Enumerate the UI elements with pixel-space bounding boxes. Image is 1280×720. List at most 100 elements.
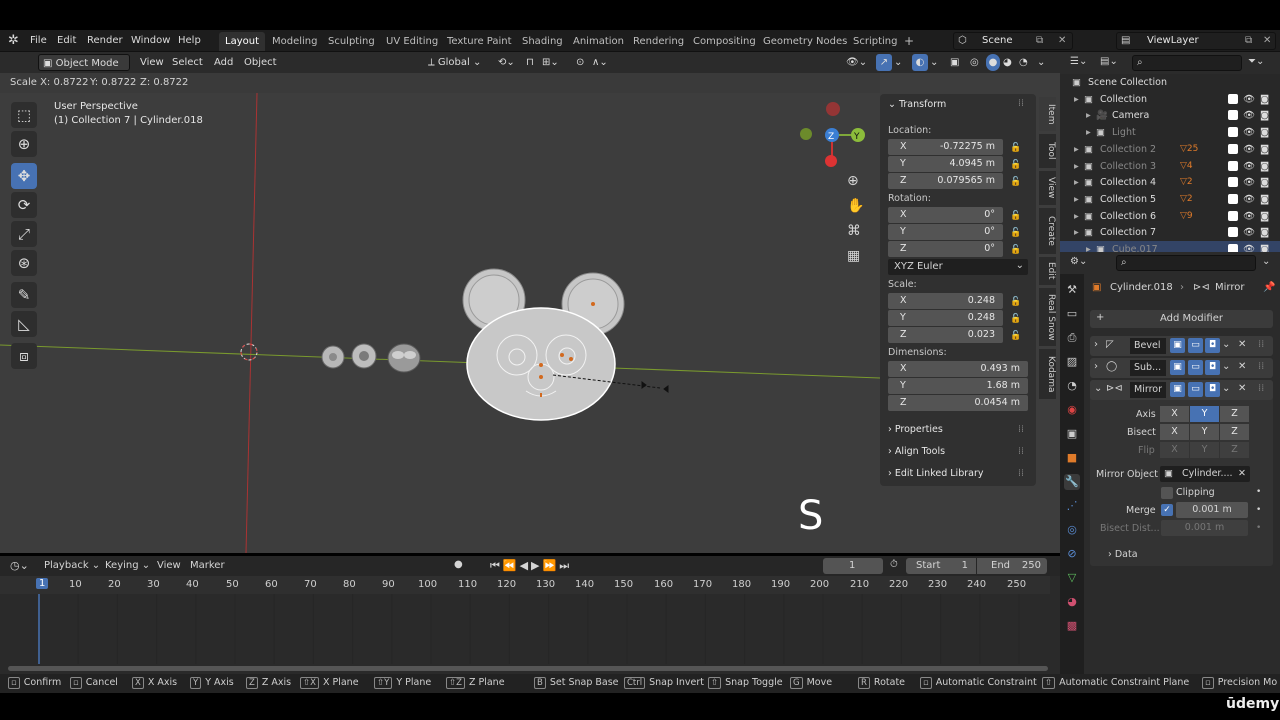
drag-handle-icon[interactable]: ⁞⁞	[1258, 383, 1264, 394]
rotation-mode-dropdown[interactable]: XYZ Euler ⌄	[888, 259, 1028, 275]
disclosure-triangle-icon[interactable]: ▸	[1074, 191, 1079, 208]
scale-x-field[interactable]: X 0.248	[888, 293, 1003, 309]
tab-create[interactable]: Create	[1039, 208, 1056, 254]
chevron-down-icon[interactable]: ⌄	[1222, 339, 1230, 350]
disclosure-triangle-icon[interactable]: ▸	[1074, 174, 1079, 191]
modifier-name-field[interactable]: Bevel	[1130, 338, 1166, 354]
camera-icon[interactable]: ◙	[1260, 124, 1269, 141]
tool-tab-icon[interactable]: ⚒	[1064, 282, 1080, 298]
lock-icon[interactable]: 🔓	[1010, 177, 1021, 187]
drag-handle-icon[interactable]: ⁞⁞	[1258, 361, 1264, 372]
outliner-row[interactable]: ▸ 🎥 Camera 👁 ◙	[1060, 107, 1280, 124]
chevron-down-icon[interactable]: ⌄	[1262, 256, 1270, 267]
chevron-right-icon[interactable]: ›	[1094, 339, 1098, 350]
eye-icon[interactable]: 👁	[1243, 124, 1255, 141]
clipping-checkbox[interactable]	[1161, 487, 1173, 499]
constraints-tab-icon[interactable]: ⊘	[1064, 546, 1080, 562]
tab-real-snow[interactable]: Real Snow	[1039, 288, 1056, 346]
disclosure-triangle-icon[interactable]: ▸	[1074, 208, 1079, 225]
viewport-toggle-icon[interactable]: ▭	[1188, 382, 1203, 397]
render-toggle-icon[interactable]: ◘	[1205, 360, 1220, 375]
drag-handle-icon[interactable]: ⁞⁞	[1258, 339, 1264, 350]
measure-tool[interactable]: ◺	[11, 311, 37, 337]
menu-keying[interactable]: Keying ⌄	[105, 560, 150, 571]
render-toggle-icon[interactable]: ◘	[1205, 382, 1220, 397]
chevron-down-icon[interactable]: ⌄	[1222, 361, 1230, 372]
add-modifier-button[interactable]: + Add Modifier	[1090, 310, 1273, 328]
mirror-object-field[interactable]: ▣ Cylinder.... ✕	[1160, 466, 1250, 482]
merge-distance-field[interactable]: 0.001 m	[1176, 502, 1248, 518]
outliner-row[interactable]: ▸ ▣ Collection 7 👁 ◙	[1060, 224, 1280, 241]
render-tab-icon[interactable]: ▭	[1064, 306, 1080, 322]
tab-scripting[interactable]: Scripting	[847, 32, 903, 51]
view-layer-selector[interactable]: ▤ ViewLayer ⧉ ✕	[1116, 32, 1276, 50]
disclosure-triangle-icon[interactable]: ▸	[1074, 141, 1079, 158]
viewport-toggle-icon[interactable]: ▭	[1188, 360, 1203, 375]
view-layer-tab-icon[interactable]: ▨	[1064, 354, 1080, 370]
close-icon[interactable]: ✕	[1238, 339, 1246, 350]
lock-icon[interactable]: 🔓	[1010, 160, 1021, 170]
eye-icon[interactable]: 👁	[1243, 91, 1255, 108]
checkbox-icon[interactable]	[1228, 143, 1238, 154]
tab-view[interactable]: View	[1039, 171, 1056, 205]
output-tab-icon[interactable]: ⎙	[1064, 330, 1080, 346]
lock-icon[interactable]: 🔓	[1010, 143, 1021, 153]
camera-icon[interactable]: ◙	[1260, 141, 1269, 158]
transform-header[interactable]: ⌄ Transform	[888, 99, 946, 110]
chevron-down-icon[interactable]: ⌄	[1037, 54, 1045, 71]
chevron-down-icon[interactable]: ⌄	[1222, 383, 1230, 394]
dimensions-z-field[interactable]: Z 0.0454 m	[888, 395, 1028, 411]
camera-icon[interactable]: ◙	[1260, 91, 1269, 108]
tab-item[interactable]: Item	[1039, 97, 1056, 131]
solid-shading-icon[interactable]: ●	[986, 54, 1000, 71]
copy-icon[interactable]: ⧉	[1245, 35, 1252, 46]
tab-compositing[interactable]: Compositing	[687, 32, 762, 51]
checkbox-icon[interactable]	[1228, 193, 1238, 204]
grid-perspective-icon[interactable]: ▦	[847, 248, 860, 264]
rotation-z-field[interactable]: Z 0°	[888, 241, 1003, 257]
editmode-toggle-icon[interactable]: ▣	[1170, 360, 1185, 375]
tab-edit[interactable]: Edit	[1039, 257, 1056, 285]
editmode-toggle-icon[interactable]: ▣	[1170, 338, 1185, 353]
align-tools-section[interactable]: › Align Tools	[888, 446, 945, 457]
lock-icon[interactable]: 🔓	[1010, 245, 1021, 255]
particles-tab-icon[interactable]: ⋰	[1064, 498, 1080, 514]
axis-z-toggle[interactable]: Z	[1220, 406, 1249, 422]
display-mode-icon[interactable]: ▤⌄	[1100, 56, 1118, 67]
pan-hand-icon[interactable]: ✋	[847, 198, 864, 214]
add-workspace-button[interactable]: +	[898, 32, 920, 51]
texture-tab-icon[interactable]: ▩	[1064, 618, 1080, 634]
playback-controls-icon[interactable]: ⏮⏪◀▶⏩⏭	[490, 559, 572, 573]
location-z-field[interactable]: Z 0.079565 m	[888, 173, 1003, 189]
menu-marker[interactable]: Marker	[190, 560, 225, 571]
disclosure-triangle-icon[interactable]: ▸	[1074, 224, 1079, 241]
checkbox-icon[interactable]	[1228, 227, 1238, 238]
camera-icon[interactable]: ◙	[1260, 191, 1269, 208]
disclosure-triangle-icon[interactable]: ▸	[1086, 107, 1091, 124]
tab-sculpting[interactable]: Sculpting	[322, 32, 381, 51]
menu-render[interactable]: Render	[87, 30, 123, 52]
edit-linked-library-section[interactable]: › Edit Linked Library	[888, 468, 983, 479]
proportional-edit-icon[interactable]: ⊙	[576, 54, 584, 71]
camera-icon[interactable]: ◙	[1260, 174, 1269, 191]
current-frame-field[interactable]: 1	[823, 558, 883, 574]
modifier-tab-icon[interactable]: 🔧	[1064, 474, 1080, 490]
outliner-row[interactable]: ▸ ▣ Collection 3 👁 ◙ ▽4	[1060, 158, 1280, 175]
select-box-tool[interactable]: ⬚	[11, 102, 37, 128]
scale-z-field[interactable]: Z 0.023	[888, 327, 1003, 343]
pivot-icon[interactable]: ⟲⌄	[498, 54, 515, 71]
orientation-dropdown[interactable]: ⟂ Global ⌄	[428, 54, 492, 71]
outliner-row[interactable]: ▣ Scene Collection	[1060, 74, 1280, 91]
bisect-y-toggle[interactable]: Y	[1190, 424, 1219, 440]
menu-help[interactable]: Help	[178, 30, 201, 52]
bisect-z-toggle[interactable]: Z	[1220, 424, 1249, 440]
stopwatch-icon[interactable]: ⏱	[890, 559, 898, 570]
lock-icon[interactable]: 🔓	[1010, 211, 1021, 221]
close-icon[interactable]: ✕	[1238, 468, 1246, 479]
menu-edit[interactable]: Edit	[57, 30, 76, 52]
add-cube-tool[interactable]: ⧈	[11, 343, 37, 369]
tab-shading[interactable]: Shading	[516, 32, 569, 51]
drag-handle-icon[interactable]: ⁞⁞	[1018, 446, 1024, 457]
menu-add[interactable]: Add	[214, 54, 233, 71]
outliner-row[interactable]: ▸ ▣ Collection 👁 ◙	[1060, 91, 1280, 108]
